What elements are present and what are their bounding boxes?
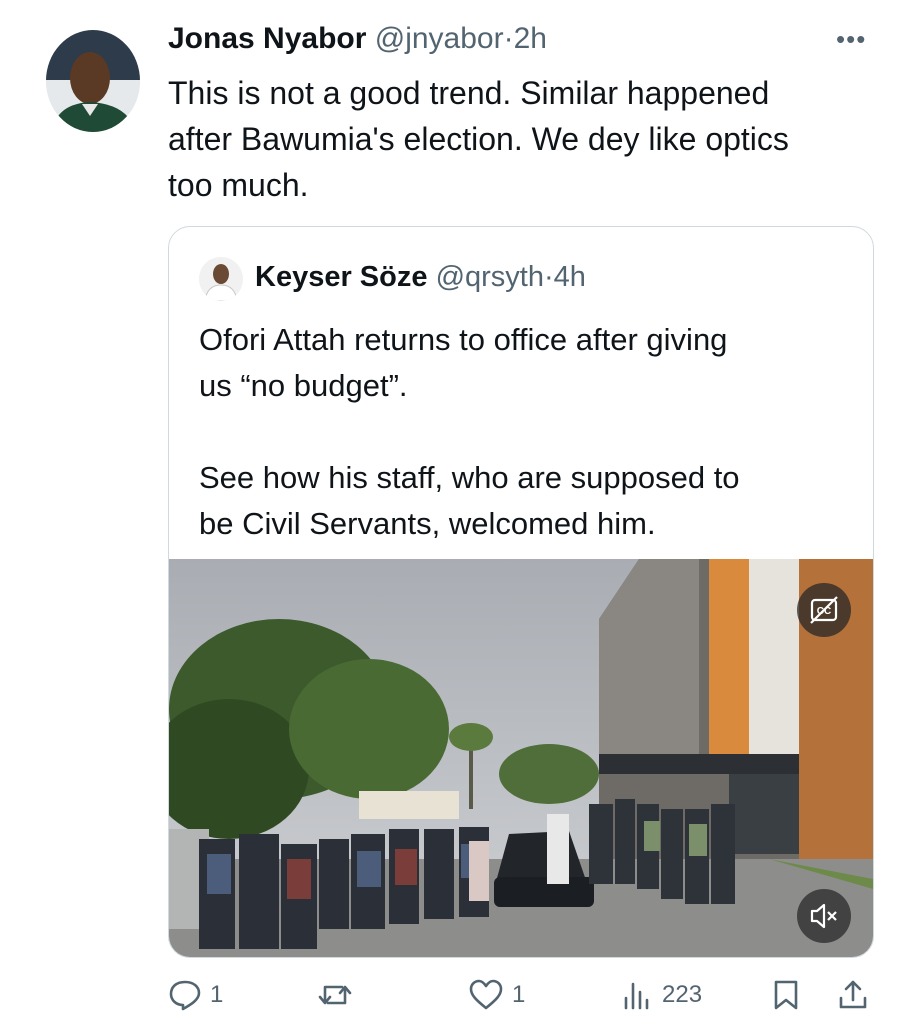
tweet-text: This is not a good trend. Similar happen… <box>168 75 789 203</box>
bookmark-button[interactable] <box>770 970 802 1020</box>
analytics-icon <box>624 982 649 1010</box>
like-button[interactable]: 1 <box>468 970 525 1020</box>
share-icon <box>839 980 867 1009</box>
speaker-muted-icon <box>810 903 837 929</box>
tweet-time[interactable]: 2h <box>514 22 547 55</box>
quoted-author-name[interactable]: Keyser Söze <box>255 261 428 293</box>
author-name[interactable]: Jonas Nyabor <box>168 22 366 55</box>
reply-icon <box>169 980 201 1011</box>
closed-captions-button[interactable]: CC <box>797 583 851 637</box>
like-count: 1 <box>512 981 526 1008</box>
retweet-button[interactable] <box>316 970 362 1020</box>
quoted-tweet-time[interactable]: 4h <box>554 261 586 293</box>
quoted-separator-dot: · <box>543 261 554 293</box>
bookmark-icon <box>774 980 798 1010</box>
more-options-icon[interactable]: ••• <box>836 24 866 55</box>
mute-button[interactable] <box>797 889 851 943</box>
separator-dot: · <box>503 22 514 55</box>
heart-icon <box>469 979 503 1010</box>
share-button[interactable] <box>836 970 870 1020</box>
reply-count: 1 <box>210 981 224 1008</box>
views-button[interactable]: 223 <box>620 970 702 1020</box>
quoted-author-avatar[interactable] <box>199 257 243 301</box>
author-avatar[interactable] <box>46 30 140 132</box>
views-count: 223 <box>662 981 703 1008</box>
video-player[interactable]: CC <box>169 559 873 957</box>
quoted-tweet-text: Ofori Attah returns to office after givi… <box>199 322 740 541</box>
reply-button[interactable]: 1 <box>168 970 223 1020</box>
retweet-icon <box>318 985 352 1005</box>
quoted-tweet-header: Keyser Söze @qrsyth·4h <box>255 261 586 294</box>
closed-captions-icon: CC <box>810 596 838 624</box>
video-frame <box>169 559 873 957</box>
tweet-action-bar: 1 1 223 <box>0 970 918 1024</box>
tweet-header: Jonas Nyabor @jnyabor·2h <box>168 22 547 56</box>
quoted-tweet-card[interactable]: Keyser Söze @qrsyth·4h Ofori Attah retur… <box>168 226 874 958</box>
author-handle[interactable]: @jnyabor <box>375 22 504 55</box>
quoted-author-handle[interactable]: @qrsyth <box>436 261 544 293</box>
